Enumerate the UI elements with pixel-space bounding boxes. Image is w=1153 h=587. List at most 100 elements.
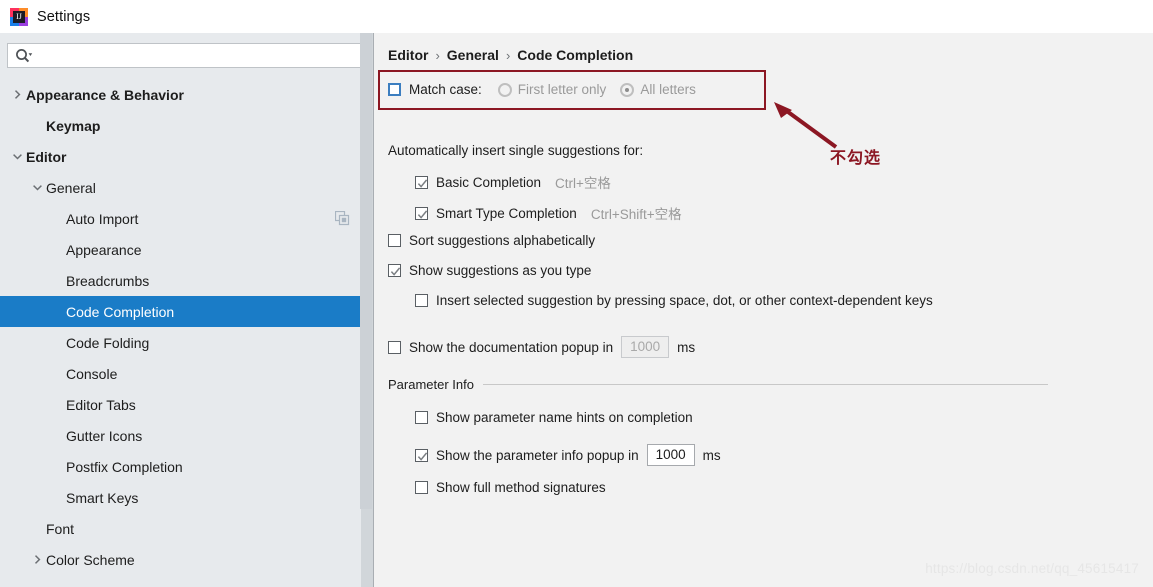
smart-type-completion-shortcut: Ctrl+Shift+空格 <box>590 207 682 222</box>
sidebar-item-appearance[interactable]: Appearance <box>0 234 374 265</box>
watermark: https://blog.csdn.net/qq_45615417 <box>925 561 1139 576</box>
insert-selected-checkbox[interactable] <box>415 294 428 307</box>
doc-popup-checkbox[interactable] <box>388 340 401 354</box>
insert-selected-row: Insert selected suggestion by pressing s… <box>415 293 933 308</box>
sidebar-item-label: Console <box>66 365 118 382</box>
sidebar-item-label: Code Folding <box>66 334 150 351</box>
sidebar-item-code-folding[interactable]: Code Folding <box>0 327 374 358</box>
sidebar-item-label: General <box>46 179 96 196</box>
sidebar-item-label: Font <box>46 520 75 537</box>
sidebar-item-label: Editor <box>26 148 67 165</box>
smart-type-completion-label: Smart Type Completion <box>436 205 577 221</box>
sidebar-item-postfix-completion[interactable]: Postfix Completion <box>0 451 374 482</box>
sidebar-item-smart-keys[interactable]: Smart Keys <box>0 482 374 513</box>
sidebar-item-general[interactable]: General <box>0 172 374 203</box>
sidebar-item-gutter-icons[interactable]: Gutter Icons <box>0 420 374 451</box>
match-case-label: Match case: <box>409 82 482 97</box>
parameter-name-hints-label: Show parameter name hints on completion <box>436 410 693 425</box>
sidebar-item-label: Editor Tabs <box>66 396 136 413</box>
sidebar-item-code-completion[interactable]: Code Completion <box>0 296 374 327</box>
parameter-info-delay-input[interactable]: 1000 <box>646 444 695 466</box>
parameter-info-popup-row: Show the parameter info popup in 1000 ms <box>415 444 721 466</box>
settings-sidebar: Appearance & Behavior Keymap Editor General… <box>0 33 374 587</box>
chevron-down-icon[interactable] <box>30 181 44 195</box>
doc-popup-row: Show the documentation popup in 1000 ms <box>388 336 695 358</box>
title-bar: IJ Settings <box>0 0 1153 33</box>
parameter-name-hints-checkbox[interactable] <box>415 411 428 424</box>
parameter-name-hints-row: Show parameter name hints on completion <box>415 410 693 425</box>
all-letters-label: All letters <box>640 82 696 97</box>
sort-alphabetically-checkbox[interactable] <box>388 234 401 247</box>
basic-completion-row: Basic Completion Ctrl+空格 <box>415 172 611 192</box>
all-letters-radio[interactable] <box>620 82 635 97</box>
parameter-info-group-label: Parameter Info <box>388 377 474 392</box>
intellij-idea-icon: IJ <box>10 7 28 26</box>
doc-popup-delay-input[interactable]: 1000 <box>621 336 670 358</box>
sort-alphabetically-label: Sort suggestions alphabetically <box>409 233 596 248</box>
chevron-down-icon[interactable] <box>10 150 24 164</box>
show-as-you-type-label: Show suggestions as you type <box>409 263 592 278</box>
sidebar-item-editor-tabs[interactable]: Editor Tabs <box>0 389 374 420</box>
show-as-you-type-row: Show suggestions as you type <box>388 263 591 278</box>
smart-type-completion-row: Smart Type Completion Ctrl+Shift+空格 <box>415 203 682 223</box>
sidebar-item-editor[interactable]: Editor <box>0 141 374 172</box>
sidebar-item-keymap[interactable]: Keymap <box>0 110 374 141</box>
parameter-info-popup-checkbox[interactable] <box>415 448 428 462</box>
sidebar-item-label: Gutter Icons <box>66 427 143 444</box>
full-method-signatures-label: Show full method signatures <box>436 480 606 495</box>
smart-type-completion-checkbox[interactable] <box>415 206 428 220</box>
doc-popup-unit: ms <box>677 339 696 355</box>
first-letter-only-radio[interactable] <box>497 82 512 97</box>
first-letter-only-label: First letter only <box>517 82 607 97</box>
basic-completion-label: Basic Completion <box>436 174 542 190</box>
sidebar-item-label: Code Completion <box>66 303 175 320</box>
match-case-checkbox[interactable] <box>388 83 401 96</box>
sidebar-item-breadcrumbs[interactable]: Breadcrumbs <box>0 265 374 296</box>
parameter-info-delay-unit: ms <box>702 447 721 463</box>
chevron-right-icon[interactable] <box>10 88 24 102</box>
auto-insert-header: Automatically insert single suggestions … <box>388 143 643 158</box>
chevron-right-icon[interactable] <box>30 553 44 567</box>
full-method-signatures-checkbox[interactable] <box>415 481 428 494</box>
sort-alphabetically-row: Sort suggestions alphabetically <box>388 233 595 248</box>
sidebar-item-label: Postfix Completion <box>66 458 183 475</box>
search-input[interactable] <box>33 48 364 63</box>
basic-completion-shortcut: Ctrl+空格 <box>555 176 611 191</box>
sidebar-item-color-scheme[interactable]: Color Scheme <box>0 544 374 575</box>
sidebar-item-label: Breadcrumbs <box>66 272 150 289</box>
sidebar-item-font[interactable]: Font <box>0 513 374 544</box>
sidebar-item-label: Keymap <box>46 117 101 134</box>
sidebar-item-auto-import[interactable]: Auto Import <box>0 203 374 234</box>
parameter-info-popup-label: Show the parameter info popup in <box>436 447 639 463</box>
settings-content-panel: Editor › General › Code Completion Match… <box>374 33 1153 587</box>
sidebar-item-appearance-behavior[interactable]: Appearance & Behavior <box>0 79 374 110</box>
sidebar-item-label: Smart Keys <box>66 489 139 506</box>
full-method-signatures-row: Show full method signatures <box>415 480 606 495</box>
sidebar-item-console[interactable]: Console <box>0 358 374 389</box>
annotation-text: 不勾选 <box>830 148 882 167</box>
sidebar-scrollbar-thumb[interactable] <box>360 33 372 509</box>
parameter-info-group-title: Parameter Info <box>388 377 1048 392</box>
basic-completion-checkbox[interactable] <box>415 175 428 189</box>
sidebar-item-label: Color Scheme <box>46 551 135 568</box>
settings-form: Match case: First letter only All letter… <box>374 33 1153 587</box>
match-case-row: Match case: First letter only All letter… <box>388 82 696 97</box>
search-box[interactable] <box>7 43 365 68</box>
show-as-you-type-checkbox[interactable] <box>388 264 401 277</box>
settings-tree[interactable]: Appearance & Behavior Keymap Editor General… <box>0 79 374 587</box>
doc-popup-label: Show the documentation popup in <box>409 339 614 355</box>
group-separator-line <box>483 384 1048 385</box>
copy-icon[interactable] <box>334 210 350 226</box>
sidebar-scrollbar-track[interactable] <box>360 33 373 587</box>
